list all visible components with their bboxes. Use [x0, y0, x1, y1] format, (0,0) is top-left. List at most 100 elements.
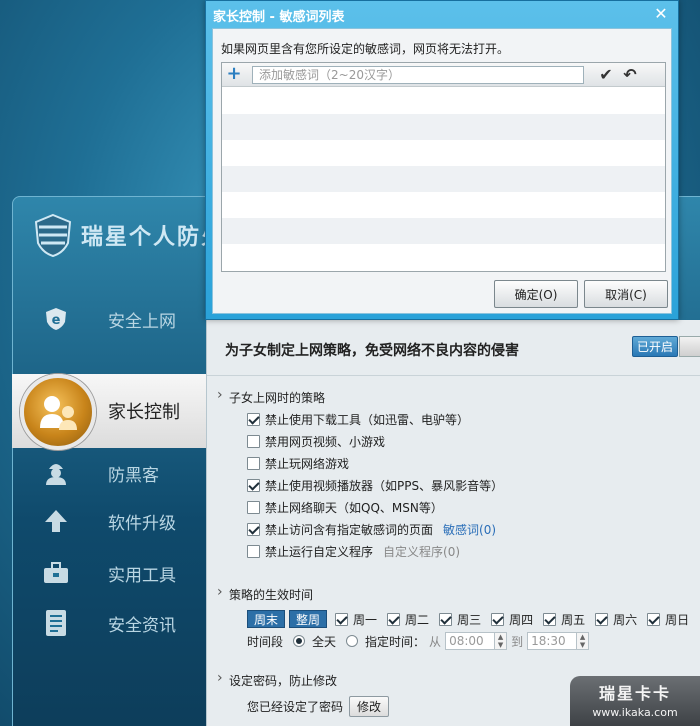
sidebar-item-label: 防黑客: [108, 465, 159, 486]
ok-button[interactable]: 确定(O): [494, 280, 578, 308]
add-icon[interactable]: +: [226, 64, 242, 84]
sidebar-item-safe-browsing[interactable]: e 安全上网: [12, 296, 208, 342]
upload-arrow-icon: [42, 507, 70, 535]
toolbox-icon: [42, 559, 70, 587]
sidebar: e 安全上网 家长控制 防黑客 软件升级 实用工具 安全资讯: [12, 296, 208, 726]
list-row[interactable]: [222, 114, 665, 140]
checkbox[interactable]: [247, 522, 260, 536]
password-status: 您已经设定了密码: [247, 700, 344, 714]
start-time-spinner[interactable]: ▲ ▼: [495, 632, 508, 650]
svg-text:e: e: [52, 313, 61, 328]
policy-sensitive-words[interactable]: 禁止访问含有指定敏感词的页面 敏感词(0): [247, 520, 496, 538]
password-row: 您已经设定了密码 修改: [247, 696, 390, 717]
watermark-logo-text: 瑞星卡卡: [598, 684, 671, 703]
custom-programs-link[interactable]: 自定义程序(0): [383, 543, 460, 560]
checkbox[interactable]: [439, 612, 453, 626]
end-time-field: ▲▼: [527, 632, 590, 650]
checkbox[interactable]: [387, 612, 401, 626]
checkbox[interactable]: [247, 434, 260, 448]
policy-section-title[interactable]: 子女上网时的策略: [217, 387, 325, 406]
list-row[interactable]: [222, 244, 665, 270]
day-sat[interactable]: 周六: [595, 611, 637, 628]
to-label: 到: [511, 634, 524, 649]
start-time-input[interactable]: [445, 632, 496, 650]
policy-download-tools[interactable]: 禁止使用下载工具（如迅雷、电驴等）: [247, 410, 469, 428]
specified-radio[interactable]: [346, 635, 359, 647]
cancel-button[interactable]: 取消(C): [584, 280, 668, 308]
end-time-spinner[interactable]: ▲ ▼: [577, 632, 590, 650]
day-mon[interactable]: 周一: [335, 611, 377, 628]
checkbox[interactable]: [247, 478, 260, 492]
document-icon: [42, 609, 70, 637]
sidebar-item-utilities[interactable]: 实用工具: [12, 550, 208, 596]
checkbox[interactable]: [247, 456, 260, 470]
dialog-body: 如果网页里含有您所设定的敏感词，网页将无法打开。 + ✔ ↶ 确定(O) 取消(…: [212, 28, 672, 314]
policy-custom-programs[interactable]: 禁止运行自定义程序 自定义程序(0): [247, 542, 460, 560]
checkbox[interactable]: [247, 500, 260, 514]
sensitive-words-link[interactable]: 敏感词(0): [443, 521, 496, 538]
checkbox[interactable]: [595, 612, 609, 626]
day-thu[interactable]: 周四: [491, 611, 533, 628]
policy-label: 禁止运行自定义程序: [265, 544, 374, 559]
checkbox[interactable]: [247, 412, 260, 426]
day-label: 周一: [353, 612, 378, 627]
confirm-check-icon[interactable]: ✔: [596, 65, 616, 85]
modify-password-button[interactable]: 修改: [349, 696, 390, 717]
day-wed[interactable]: 周三: [439, 611, 481, 628]
policy-label: 禁止玩网络游戏: [265, 456, 350, 471]
whole-week-button[interactable]: 整周: [289, 610, 328, 628]
time-section-title[interactable]: 策略的生效时间: [217, 584, 313, 603]
enable-toggle[interactable]: 已开启: [632, 336, 678, 357]
dialog-description: 如果网页里含有您所设定的敏感词，网页将无法打开。: [221, 42, 510, 56]
day-sun[interactable]: 周日: [647, 611, 689, 628]
allday-radio[interactable]: [293, 635, 306, 647]
sensitive-word-list[interactable]: + ✔ ↶: [221, 62, 666, 272]
list-row[interactable]: [222, 192, 665, 218]
list-toolbar: + ✔ ↶: [222, 63, 665, 87]
day-label: 周五: [561, 612, 586, 627]
checkbox[interactable]: [335, 612, 349, 626]
sidebar-item-label: 软件升级: [108, 513, 176, 534]
toggle-knob[interactable]: [679, 336, 700, 357]
sensitive-words-dialog: 家长控制 - 敏感词列表 ✕ 如果网页里含有您所设定的敏感词，网页将无法打开。 …: [205, 0, 679, 320]
sidebar-item-software-update[interactable]: 软件升级: [12, 498, 208, 544]
undo-icon[interactable]: ↶: [620, 65, 640, 85]
checkbox[interactable]: [543, 612, 557, 626]
parental-control-panel: 为子女制定上网策略，免受网络不良内容的侵害 已开启 子女上网时的策略 禁止使用下…: [206, 320, 700, 726]
policy-chat[interactable]: 禁止网络聊天（如QQ、MSN等）: [247, 498, 443, 516]
allday-label[interactable]: 全天: [312, 633, 336, 650]
day-label: 周四: [509, 612, 534, 627]
day-label: 周三: [457, 612, 482, 627]
time-period-row: 时间段 全天 指定时间： 从 ▲▼ 到 ▲▼: [247, 632, 590, 650]
weekend-button[interactable]: 周末: [247, 610, 286, 628]
day-label: 周二: [405, 612, 430, 627]
list-row[interactable]: [222, 218, 665, 244]
day-tue[interactable]: 周二: [387, 611, 429, 628]
list-row[interactable]: [222, 88, 665, 114]
day-fri[interactable]: 周五: [543, 611, 585, 628]
policy-web-video[interactable]: 禁用网页视频、小游戏: [247, 432, 385, 450]
days-row: 周末 整周 周一 周二 周三 周四 周五 周六 周日: [247, 610, 695, 628]
sidebar-item-anti-hacker[interactable]: 防黑客: [12, 450, 208, 496]
close-icon[interactable]: ✕: [652, 5, 670, 23]
list-row[interactable]: [222, 166, 665, 192]
list-row[interactable]: [222, 140, 665, 166]
policy-label: 禁止使用视频播放器（如PPS、暴风影音等）: [265, 478, 504, 493]
policy-online-games[interactable]: 禁止玩网络游戏: [247, 454, 349, 472]
from-label: 从: [429, 634, 442, 649]
ikaka-watermark: 瑞星卡卡 www.ikaka.com: [570, 676, 700, 726]
panel-header: 为子女制定上网策略，免受网络不良内容的侵害 已开启: [207, 320, 700, 376]
policy-video-player[interactable]: 禁止使用视频播放器（如PPS、暴风影音等）: [247, 476, 503, 494]
checkbox[interactable]: [491, 612, 505, 626]
sidebar-item-parental-control[interactable]: 家长控制: [12, 374, 208, 450]
specified-label[interactable]: 指定时间：: [365, 633, 425, 650]
sensitive-word-input[interactable]: [252, 66, 584, 84]
sidebar-item-label: 安全资讯: [108, 615, 176, 636]
password-section-title[interactable]: 设定密码，防止修改: [217, 670, 337, 689]
policy-label: 禁止使用下载工具（如迅雷、电驴等）: [265, 412, 470, 427]
checkbox[interactable]: [647, 612, 661, 626]
checkbox[interactable]: [247, 544, 260, 558]
sidebar-item-security-news[interactable]: 安全资讯: [12, 600, 208, 646]
period-label: 时间段: [247, 634, 284, 649]
end-time-input[interactable]: [527, 632, 578, 650]
